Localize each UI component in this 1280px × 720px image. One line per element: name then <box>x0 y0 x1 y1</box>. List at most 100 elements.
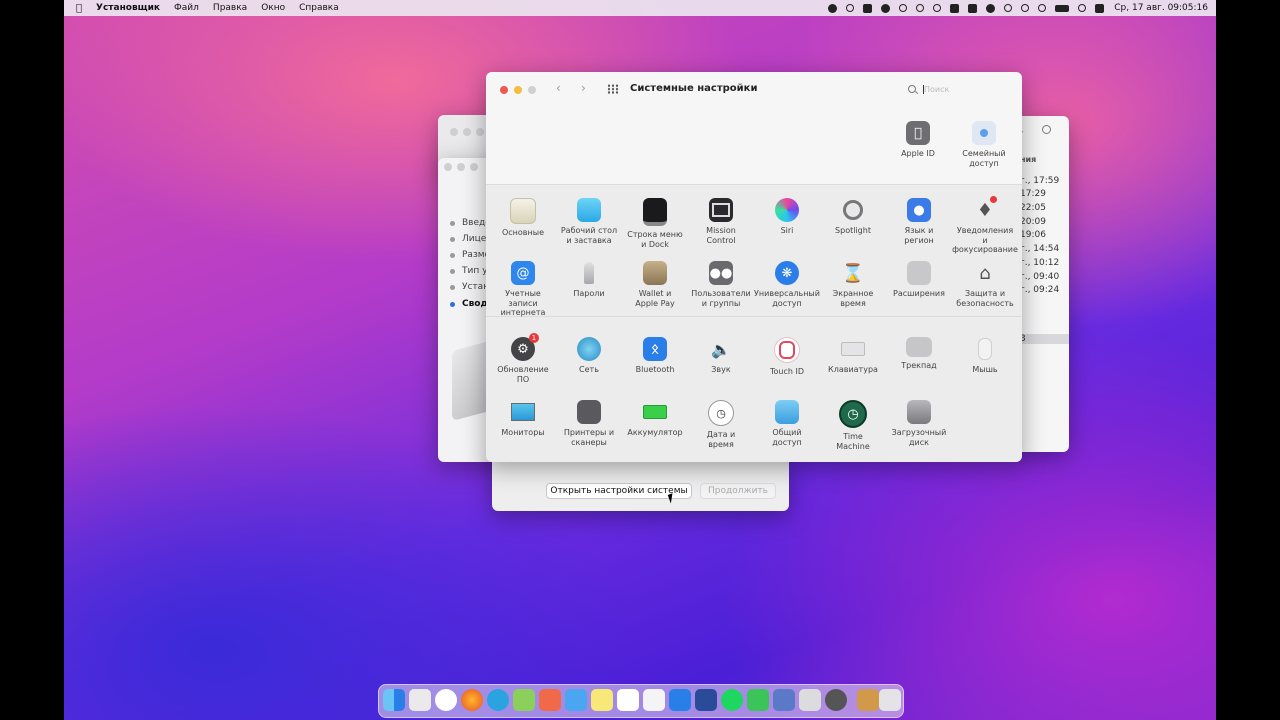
menu-clock[interactable]: Ср, 17 авг. 09:05:16 <box>1114 3 1208 13</box>
zoom-button[interactable] <box>528 86 536 94</box>
notes-icon[interactable] <box>591 689 613 711</box>
play-icon[interactable] <box>1038 4 1047 12</box>
apple-menu-icon[interactable]:  <box>76 3 82 14</box>
pane-siri[interactable]: Siri <box>754 198 820 236</box>
flag-icon[interactable] <box>899 4 908 12</box>
list-item[interactable]: 17:29 <box>1020 189 1046 199</box>
search-icon[interactable] <box>1078 4 1087 12</box>
pane-battery[interactable]: Аккумулятор <box>622 400 688 438</box>
pane-apple-id[interactable]:  Apple ID <box>885 121 951 159</box>
vscode-icon[interactable] <box>669 689 691 711</box>
pane-sharing[interactable]: Общий доступ <box>754 400 820 447</box>
list-item[interactable]: 20:09 <box>1020 217 1046 227</box>
minimize-button[interactable] <box>457 163 465 171</box>
minimize-button[interactable] <box>514 86 522 94</box>
pane-sound[interactable]: 🔈 Звук <box>688 337 754 375</box>
trash-icon[interactable] <box>879 689 901 711</box>
headphones-icon[interactable] <box>1021 4 1030 12</box>
pane-keyboard[interactable]: Клавиатура <box>820 337 886 375</box>
pane-menubar-dock[interactable]: Строка меню и Dock <box>622 198 688 249</box>
pane-time-machine[interactable]: ◷ Time Machine <box>820 400 886 451</box>
telegram-status-icon[interactable] <box>881 3 891 13</box>
list-item[interactable]: г., 17:59 <box>1020 176 1059 186</box>
pane-accessibility[interactable]: ❋ Универсальный доступ <box>754 261 820 308</box>
list-item[interactable]: 19:06 <box>1020 230 1046 240</box>
list-item[interactable]: г., 09:24 <box>1020 285 1059 295</box>
menu-edit[interactable]: Правка <box>213 3 247 13</box>
list-item-selected[interactable]: 3 <box>1014 334 1069 344</box>
check-icon[interactable] <box>916 4 925 12</box>
pane-internet-accounts[interactable]: @ Учетные записи интернета <box>490 261 556 318</box>
close-button[interactable] <box>450 128 458 136</box>
pane-notifications[interactable]: ♦ Уведомления и фокусирование <box>952 196 1018 255</box>
menu-help[interactable]: Справка <box>299 3 339 13</box>
continue-button[interactable]: Продолжить <box>700 483 776 499</box>
column-header[interactable]: ния <box>1020 155 1036 164</box>
close-button[interactable] <box>500 86 508 94</box>
search-input[interactable]: Поиск <box>924 85 949 94</box>
list-item[interactable]: г., 09:40 <box>1020 272 1059 282</box>
brightness-icon[interactable] <box>1004 4 1013 12</box>
battery-status-icon[interactable] <box>1055 4 1070 12</box>
pane-displays[interactable]: Мониторы <box>490 400 556 438</box>
bitwarden-icon[interactable] <box>695 689 717 711</box>
pane-bluetooth[interactable]: ᛟ Bluetooth <box>622 337 688 375</box>
close-button[interactable] <box>444 163 452 171</box>
textedit-icon[interactable] <box>617 689 639 711</box>
pane-language-region[interactable]: ● Язык и регион <box>886 198 952 245</box>
forward-chevron-icon[interactable]: › <box>581 81 586 95</box>
list-item[interactable]: г., 10:12 <box>1020 258 1059 268</box>
clip-icon[interactable] <box>846 4 855 12</box>
list-item[interactable]: 22:05 <box>1020 203 1046 213</box>
script-editor-icon[interactable] <box>513 689 535 711</box>
mail-icon[interactable] <box>565 689 587 711</box>
spotify-icon[interactable] <box>721 689 743 711</box>
pane-passwords[interactable]: Пароли <box>556 261 622 299</box>
pane-touch-id[interactable]: Touch ID <box>754 337 820 377</box>
menu-file[interactable]: Файл <box>174 3 199 13</box>
pane-desktop-screensaver[interactable]: Рабочий стол и заставка <box>556 198 622 245</box>
telegram-icon[interactable] <box>487 689 509 711</box>
firefox-icon[interactable] <box>461 689 483 711</box>
search-icon[interactable] <box>1042 125 1051 134</box>
zoom-button[interactable] <box>470 163 478 171</box>
minimize-button[interactable] <box>463 128 471 136</box>
search-field[interactable]: Поиск <box>904 82 1010 97</box>
system-preferences-icon[interactable] <box>825 689 847 711</box>
pane-mouse[interactable]: Мышь <box>952 337 1018 375</box>
pane-network[interactable]: Сеть <box>556 337 622 375</box>
launchpad-icon[interactable] <box>409 689 431 711</box>
control-center-icon[interactable] <box>1095 3 1105 13</box>
pane-screen-time[interactable]: ⌛ Экранное время <box>820 261 886 308</box>
pane-date-time[interactable]: ◷ Дата и время <box>688 400 754 449</box>
menu-window[interactable]: Окно <box>261 3 285 13</box>
reminders-icon[interactable] <box>435 689 457 711</box>
pane-security[interactable]: ⌂ Защита и безопасность <box>952 261 1018 308</box>
spiral-icon[interactable] <box>933 4 942 12</box>
menu-app-name[interactable]: Установщик <box>96 3 160 13</box>
tool-icon[interactable] <box>643 689 665 711</box>
archive-icon[interactable] <box>863 3 873 13</box>
cloud-icon[interactable] <box>986 3 996 13</box>
pane-trackpad[interactable]: Трекпад <box>886 337 952 371</box>
finder-icon[interactable] <box>383 689 405 711</box>
pane-printers[interactable]: Принтеры и сканеры <box>556 400 622 447</box>
archive-utility-icon[interactable] <box>857 689 879 711</box>
app-icon[interactable] <box>539 689 561 711</box>
keyboard-status-icon[interactable] <box>950 3 960 13</box>
pane-extensions[interactable]: Расширения <box>886 261 952 299</box>
pane-wallet[interactable]: Wallet и Apple Pay <box>622 261 688 308</box>
pane-startup-disk[interactable]: Загрузочный диск <box>886 400 952 447</box>
back-chevron-icon[interactable]: ‹ <box>556 81 561 95</box>
record-icon[interactable] <box>828 3 838 13</box>
preview-icon[interactable] <box>773 689 795 711</box>
pane-family-sharing[interactable]: Семейный доступ <box>951 121 1017 168</box>
pane-general[interactable]: Основные <box>490 198 556 238</box>
pane-mission-control[interactable]: Mission Control <box>688 198 754 245</box>
font-a-icon[interactable] <box>968 3 978 13</box>
pane-users-groups[interactable]: ●● Пользователи и группы <box>688 261 754 308</box>
list-item[interactable]: г., 14:54 <box>1020 244 1059 254</box>
numbers-icon[interactable] <box>747 689 769 711</box>
zoom-button[interactable] <box>476 128 484 136</box>
show-all-grid-icon[interactable] <box>607 84 619 94</box>
